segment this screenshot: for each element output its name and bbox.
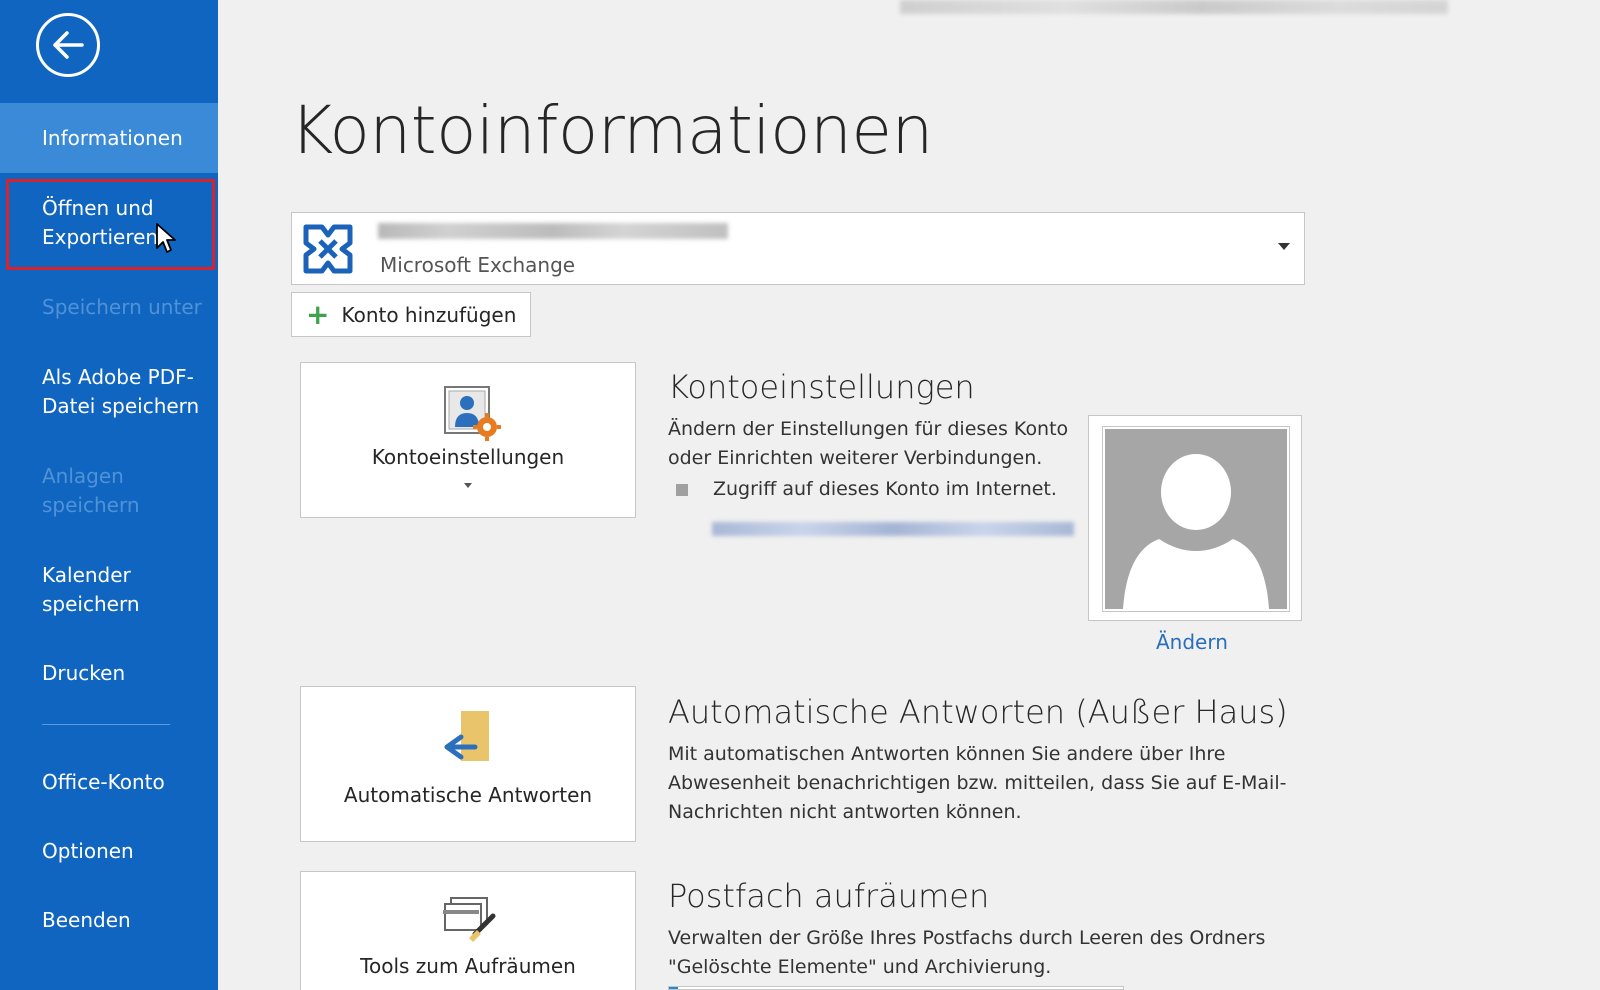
mouse-cursor-icon [156,223,176,253]
auto-replies-button[interactable]: Automatische Antworten [300,686,636,842]
cleanup-tools-button[interactable]: Tools zum Aufräumen [300,871,636,990]
nav-label: Als Adobe PDF-Datei speichern [42,365,200,418]
avatar-placeholder [1103,427,1289,611]
section-description: Verwalten der Größe Ihres Postfachs durc… [668,927,1266,978]
nav-speichern-unter: Speichern unter [0,293,218,322]
change-picture-link[interactable]: Ändern [1156,630,1228,654]
profile-picture [1088,415,1302,621]
nav-office-konto[interactable]: Office-Konto [0,768,218,797]
chevron-down-icon[interactable] [1278,243,1290,250]
section-title: Postfach aufräumen [668,877,990,915]
tile-label: Automatische Antworten [343,783,593,807]
mailbox-size-bar [668,986,1124,990]
add-account-button[interactable]: + Konto hinzufügen [291,292,531,337]
nav-beenden[interactable]: Beenden [0,906,218,935]
page-title: Kontoinformationen [290,92,933,169]
account-type: Microsoft Exchange [380,253,576,277]
person-silhouette-icon [1123,454,1269,609]
nav-adobe-pdf[interactable]: Als Adobe PDF-Datei speichern [0,363,200,421]
auto-reply-icon [444,711,489,761]
section-title: Automatische Antworten (Außer Haus) [668,693,1288,731]
plus-icon: + [306,297,330,331]
backstage-sidebar: Informationen Öffnen und Exportieren Spe… [0,0,218,990]
nav-informationen[interactable]: Informationen [0,103,218,173]
nav-label: Kalender speichern [42,563,140,616]
back-button[interactable] [36,13,100,77]
web-access-link-redacted[interactable] [712,522,1074,536]
nav-label: Anlagen speichern [42,464,140,517]
exchange-icon [303,224,353,274]
nav-label: Optionen [42,839,134,863]
account-name-redacted [378,223,728,239]
bullet-icon [676,484,688,496]
nav-optionen[interactable]: Optionen [0,837,218,866]
bullet-text: Zugriff auf dieses Konto im Internet. [713,478,1057,500]
cleanup-tools-icon [443,897,496,942]
nav-label: Beenden [42,908,131,932]
tile-label: Kontoeinstellungen [371,445,565,469]
account-settings-icon [444,386,501,441]
section-description: Mit automatischen Antworten können Sie a… [668,743,1287,823]
nav-anlagen-speichern: Anlagen speichern [0,462,160,520]
account-settings-button[interactable]: Kontoeinstellungen [300,362,636,518]
mailbox-size-fill [669,987,679,989]
nav-drucken[interactable]: Drucken [0,659,218,688]
back-arrow-icon [53,31,84,59]
nav-label: Office-Konto [42,770,165,794]
account-selector[interactable]: Microsoft Exchange [291,212,1305,285]
nav-label: Speichern unter [42,295,202,319]
section-title: Kontoeinstellungen [668,368,975,406]
nav-label: Drucken [42,661,126,685]
window-title-redacted [900,0,1448,14]
section-description: Ändern der Einstellungen für dieses Kont… [668,418,1069,469]
tile-label: Tools zum Aufräumen [360,954,576,978]
sidebar-divider [42,724,170,725]
add-account-label: Konto hinzufügen [341,302,517,327]
nav-oeffnen-exportieren[interactable]: Öffnen und Exportieren [0,194,170,252]
nav-label: Öffnen und Exportieren [42,196,159,249]
chevron-down-icon [464,483,472,488]
nav-label: Informationen [42,125,183,150]
nav-kalender-speichern[interactable]: Kalender speichern [0,561,160,619]
